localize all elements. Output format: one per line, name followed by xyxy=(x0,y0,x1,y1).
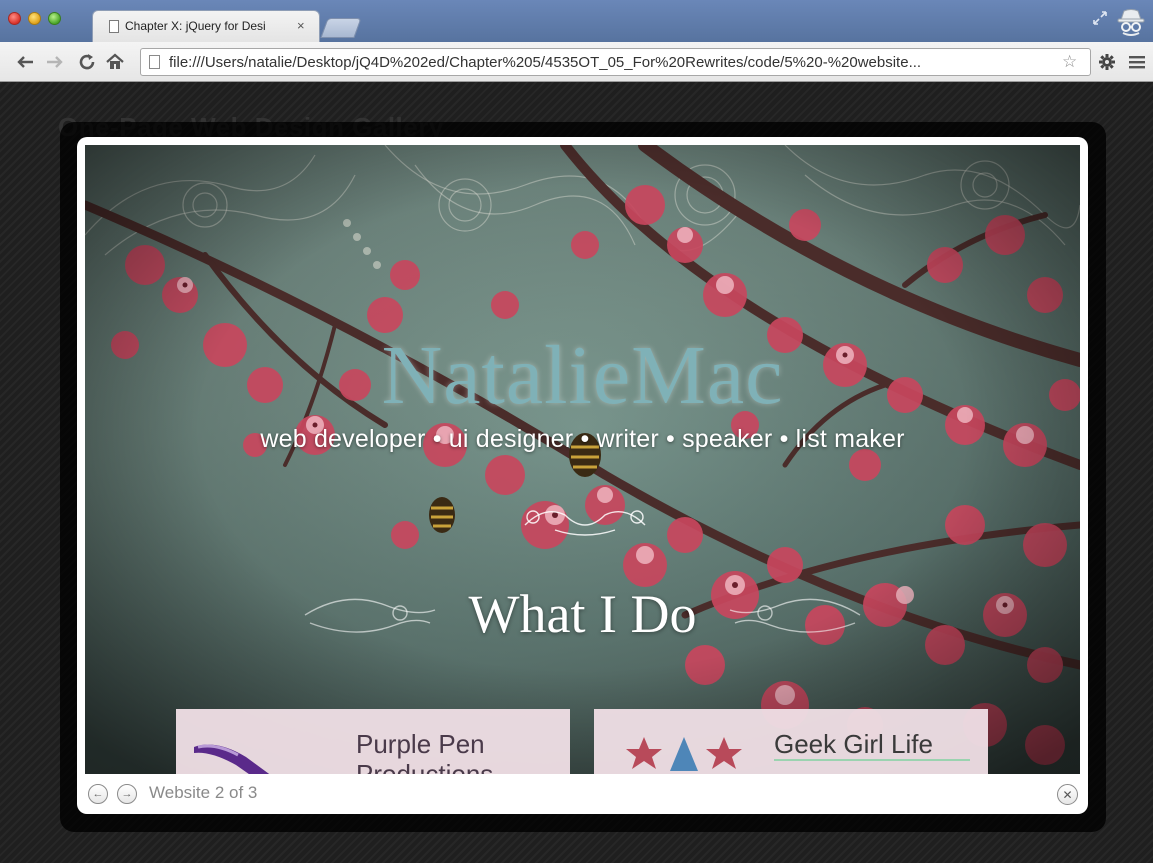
browser-tab-active[interactable]: Chapter X: jQuery for Desi × xyxy=(92,10,320,42)
stars-triangle-icon xyxy=(626,737,742,771)
hamburger-menu-icon[interactable] xyxy=(1126,51,1148,73)
new-tab-button[interactable] xyxy=(320,18,362,38)
section-heading: What I Do xyxy=(468,584,697,644)
wrench-gear-icon[interactable] xyxy=(1096,51,1118,73)
site-logo-title: NatalieMac xyxy=(381,329,784,422)
lightbox-caption: Website 2 of 3 xyxy=(149,783,258,802)
previous-arrow-icon[interactable]: ← xyxy=(88,784,108,804)
restore-window-icon[interactable] xyxy=(1091,9,1109,27)
window-zoom-button[interactable] xyxy=(48,12,61,25)
reload-icon[interactable] xyxy=(76,51,98,73)
website-preview: NatalieMac web developer • ui designer •… xyxy=(85,145,1080,774)
portfolio-card: Geek Girl Life xyxy=(594,709,988,774)
tab-close-icon[interactable]: × xyxy=(297,18,305,34)
address-bar[interactable]: file:///Users/natalie/Desktop/jQ4D%202ed… xyxy=(140,48,1091,76)
site-tagline: web developer • ui designer • writer • s… xyxy=(260,425,905,453)
incognito-icon xyxy=(1117,9,1145,36)
bookmark-star-icon[interactable]: ☆ xyxy=(1062,52,1077,72)
card-title-underline xyxy=(774,759,970,761)
page-icon xyxy=(149,55,160,69)
page-icon xyxy=(109,20,119,33)
tab-title: Chapter X: jQuery for Desi xyxy=(125,19,266,33)
card-title: Geek Girl Life xyxy=(774,729,933,759)
card-title: Purple Pen Productions xyxy=(356,729,494,774)
url-text[interactable]: file:///Users/natalie/Desktop/jQ4D%202ed… xyxy=(169,53,1049,73)
back-arrow-icon[interactable] xyxy=(14,51,36,73)
lightbox: NatalieMac web developer • ui designer •… xyxy=(77,137,1088,814)
cherry-blossom-background-image xyxy=(85,145,1080,774)
home-icon[interactable] xyxy=(104,51,126,73)
close-icon[interactable]: ✕ xyxy=(1057,784,1078,805)
next-arrow-icon[interactable]: → xyxy=(117,784,137,804)
portfolio-card: Purple Pen Productions xyxy=(176,709,570,774)
pen-icon xyxy=(194,744,270,774)
browser-tab-bar: Chapter X: jQuery for Desi × xyxy=(0,0,1153,42)
window-minimize-button[interactable] xyxy=(28,12,41,25)
browser-toolbar: file:///Users/natalie/Desktop/jQ4D%202ed… xyxy=(0,42,1153,82)
lightbox-footer: ← → Website 2 of 3 ✕ xyxy=(77,774,1088,814)
forward-arrow-icon[interactable] xyxy=(44,51,66,73)
window-close-button[interactable] xyxy=(8,12,21,25)
